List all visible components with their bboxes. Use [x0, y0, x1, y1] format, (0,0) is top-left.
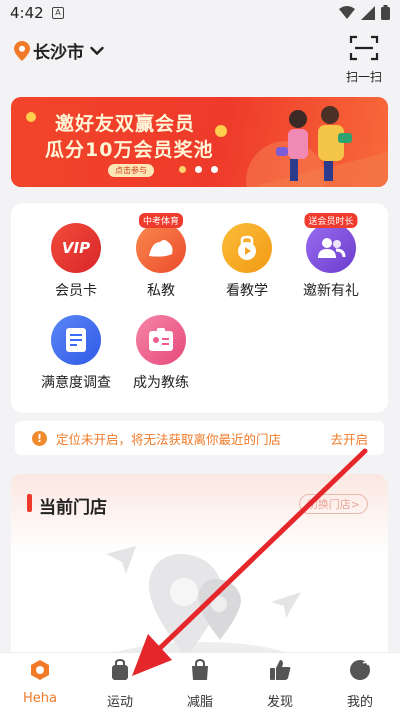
app-notification-icon: A	[52, 7, 64, 19]
bag-icon	[112, 658, 128, 680]
heha-icon	[31, 660, 49, 680]
service-label: 成为教练	[133, 375, 189, 391]
promo-banner[interactable]: 邀好友双赢会员 瓜分10万会员奖池 点击参与	[11, 97, 388, 187]
tab-label: 运动	[106, 695, 133, 710]
status-icons	[339, 5, 390, 20]
notice-message: 定位未开启，将无法获取离你最近的门店	[56, 431, 282, 447]
tab-label: Heha	[23, 691, 57, 706]
switch-store-button[interactable]: 切换门店>	[298, 494, 368, 514]
wifi-icon	[339, 5, 355, 19]
status-bar: 4:42 A	[0, 0, 400, 28]
service-label: 会员卡	[55, 283, 97, 299]
tab-label: 我的	[346, 695, 373, 710]
location-notice: ! 定位未开启，将无法获取离你最近的门店 去开启	[15, 421, 384, 455]
athletes-illustration	[276, 106, 352, 181]
service-member-card[interactable]: VIP 会员卡	[36, 223, 116, 300]
service-tag: 中考体育	[138, 213, 184, 228]
profile-icon	[350, 660, 370, 680]
tab-fat-loss[interactable]: 减脂	[170, 658, 230, 710]
service-private-coach[interactable]: 中考体育 私教	[121, 213, 201, 300]
kettlebell-icon	[222, 223, 272, 273]
banner-subtitle: 瓜分10万会员奖池	[45, 139, 214, 161]
service-become-coach[interactable]: 成为教练	[121, 315, 201, 392]
service-label: 满意度调查	[41, 375, 111, 391]
current-store-card: 当前门店 切换门店>	[11, 474, 388, 674]
banner-cta-button[interactable]: 点击参与	[108, 164, 154, 177]
service-satisfaction-survey[interactable]: 满意度调查	[36, 315, 116, 392]
service-watch-tutorial[interactable]: 看教学	[207, 223, 287, 300]
top-header: 长沙市 扫一扫	[0, 28, 400, 88]
tab-mine[interactable]: 我的	[330, 659, 390, 710]
chevron-down-icon	[90, 46, 104, 55]
battery-icon	[381, 5, 390, 20]
badge-icon	[136, 315, 186, 365]
signal-icon	[361, 5, 375, 20]
scan-label: 扫一扫	[345, 70, 382, 84]
warning-icon: !	[32, 430, 47, 446]
city-name: 长沙市	[33, 43, 84, 63]
banner-dot[interactable]	[195, 166, 202, 173]
enable-location-link[interactable]: 去开启	[330, 429, 368, 448]
store-title: 当前门店	[39, 498, 107, 518]
service-invite-gift[interactable]: 送会员时长 邀新有礼	[291, 213, 371, 300]
banner-dot[interactable]	[211, 166, 218, 173]
tab-label: 减脂	[186, 695, 213, 710]
scan-button[interactable]: 扫一扫	[342, 34, 386, 85]
tab-sport[interactable]: 运动	[90, 658, 150, 710]
vip-icon: VIP	[51, 223, 101, 273]
survey-icon	[51, 315, 101, 365]
tab-heha[interactable]: Heha	[10, 659, 70, 706]
city-selector[interactable]: 长沙市	[14, 38, 104, 63]
service-label: 邀新有礼	[303, 283, 359, 299]
service-label: 看教学	[226, 283, 268, 299]
tab-discover[interactable]: 发现	[250, 659, 310, 710]
people-icon	[306, 223, 356, 273]
thumb-up-icon	[270, 660, 291, 680]
bottom-tab-bar: Heha 运动 减脂 发现 我的	[0, 652, 400, 710]
service-tag: 送会员时长	[304, 213, 358, 228]
banner-title: 邀好友双赢会员	[55, 113, 196, 135]
muscle-icon	[136, 223, 186, 273]
services-grid: VIP 会员卡 中考体育 私教 看教学 送会员时长 邀新有礼 满意度调查 成为教…	[11, 203, 388, 413]
shopping-bag-icon	[192, 658, 208, 680]
scan-icon	[349, 35, 379, 61]
tab-label: 发现	[266, 695, 293, 710]
banner-dot[interactable]	[179, 166, 186, 173]
service-label: 私教	[147, 283, 175, 299]
location-pin-icon	[14, 40, 30, 61]
status-time: 4:42	[10, 4, 44, 22]
title-accent-bar	[27, 494, 32, 512]
